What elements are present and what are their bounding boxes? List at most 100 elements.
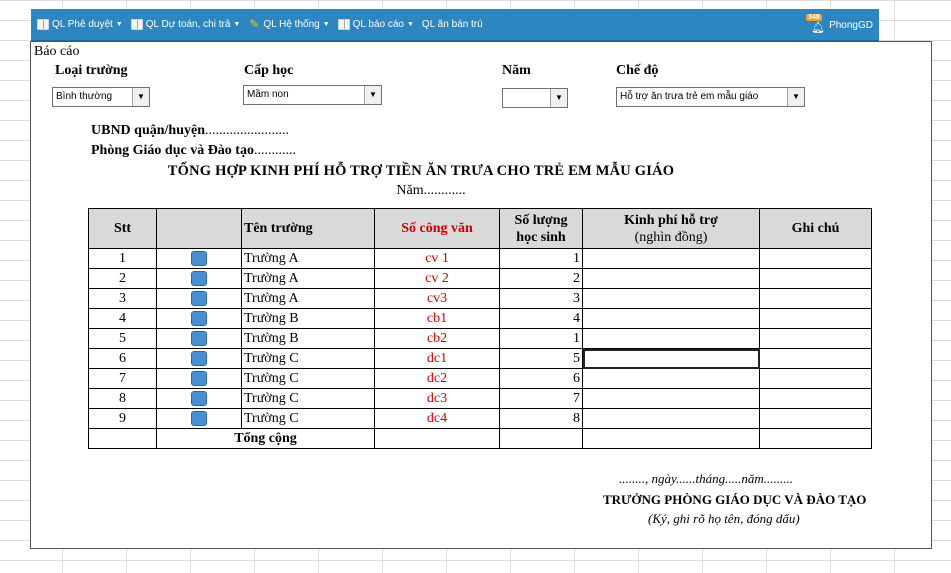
- cell-doc[interactable]: dc4: [374, 408, 500, 429]
- cell-students[interactable]: 7: [499, 388, 583, 409]
- cell-funding[interactable]: [582, 288, 760, 309]
- menu-label: QL báo cáo: [352, 19, 404, 30]
- cell-students[interactable]: 1: [499, 328, 583, 349]
- rounded-square-icon[interactable]: [191, 310, 207, 326]
- cell-students[interactable]: 4: [499, 308, 583, 329]
- cell-note[interactable]: [759, 368, 872, 389]
- col-header-students: Số lượng học sinh: [499, 208, 583, 249]
- menu-ql-phe-duyet[interactable]: QL Phê duyệt ▼: [37, 19, 123, 30]
- dropdown-arrow-icon[interactable]: ▼: [787, 88, 804, 106]
- cell-funding[interactable]: [582, 248, 760, 269]
- cell-students[interactable]: 5: [499, 348, 583, 369]
- rounded-square-icon[interactable]: [191, 290, 207, 306]
- cell-icon: [156, 268, 242, 289]
- cell-total-students[interactable]: [499, 428, 583, 449]
- dropdown-arrow-icon[interactable]: ▼: [550, 89, 567, 107]
- col-header-note: Ghi chú: [759, 208, 872, 249]
- user-menu[interactable]: 🔔︎ 348 PhongGD: [806, 9, 873, 41]
- cell-school[interactable]: Trường B: [241, 328, 375, 349]
- col-header-stt: Stt: [88, 208, 157, 249]
- cell-school[interactable]: Trường A: [241, 288, 375, 309]
- cell-note[interactable]: [759, 348, 872, 369]
- cell-stt: 5: [88, 328, 157, 349]
- menu-ql-an-ban-tru[interactable]: QL ăn bán trú: [422, 19, 483, 30]
- cell-doc[interactable]: dc1: [374, 348, 500, 369]
- cell-school[interactable]: Trường C: [241, 388, 375, 409]
- cell-note[interactable]: [759, 328, 872, 349]
- rounded-square-icon[interactable]: [191, 330, 207, 346]
- cell-school[interactable]: Trường C: [241, 368, 375, 389]
- level-select[interactable]: Mầm non ▼: [243, 85, 382, 105]
- menu-ql-he-thong[interactable]: ✎ QL Hệ thống ▼: [248, 18, 329, 30]
- cell-school[interactable]: Trường C: [241, 408, 375, 429]
- cell-students[interactable]: 2: [499, 268, 583, 289]
- cell-note[interactable]: [759, 288, 872, 309]
- menu-label: QL Dự toán, chi trả: [145, 19, 231, 30]
- cell-doc[interactable]: cv 2: [374, 268, 500, 289]
- cell-doc[interactable]: dc3: [374, 388, 500, 409]
- cell-note[interactable]: [759, 308, 872, 329]
- cell-students[interactable]: 3: [499, 288, 583, 309]
- cell-school[interactable]: Trường A: [241, 268, 375, 289]
- school-type-select[interactable]: Bình thường ▼: [52, 87, 150, 107]
- cell-doc[interactable]: cb2: [374, 328, 500, 349]
- menu-ql-bao-cao[interactable]: QL báo cáo ▼: [337, 19, 414, 30]
- notification-bell[interactable]: 🔔︎ 348: [806, 14, 825, 34]
- table-row: 6 Trường C dc1 5: [88, 348, 872, 369]
- cell-school[interactable]: Trường A: [241, 248, 375, 269]
- cell-note[interactable]: [759, 248, 872, 269]
- cell-funding[interactable]: [582, 388, 760, 409]
- report-label: Báo cáo: [34, 44, 80, 59]
- rounded-square-icon[interactable]: [191, 370, 207, 386]
- cell-icon: [156, 308, 242, 329]
- cell-funding[interactable]: [582, 268, 760, 289]
- cell-school[interactable]: Trường C: [241, 348, 375, 369]
- cell-students[interactable]: 8: [499, 408, 583, 429]
- cell-funding[interactable]: [582, 408, 760, 429]
- cell-total-note[interactable]: [759, 428, 872, 449]
- cell-total-funding[interactable]: [582, 428, 760, 449]
- cell-stt: 8: [88, 388, 157, 409]
- rounded-square-icon[interactable]: [191, 350, 207, 366]
- cell-total-doc[interactable]: [374, 428, 500, 449]
- cell-icon: [156, 248, 242, 269]
- table-total-row: Tổng cộng: [88, 428, 872, 449]
- cell-funding[interactable]: [582, 368, 760, 389]
- rounded-square-icon[interactable]: [191, 390, 207, 406]
- rounded-square-icon[interactable]: [191, 410, 207, 426]
- cell-note[interactable]: [759, 388, 872, 409]
- cell-note[interactable]: [759, 268, 872, 289]
- year-select[interactable]: ▼: [502, 88, 568, 108]
- level-label: Cấp học: [244, 63, 294, 78]
- policy-select[interactable]: Hỗ trợ ăn trưa trẻ em mẫu giáo ▼: [616, 87, 805, 107]
- department-line: Phòng Giáo dục và Đào tạo............: [91, 143, 296, 159]
- cell-funding-selected[interactable]: [582, 348, 760, 369]
- cell-doc[interactable]: dc2: [374, 368, 500, 389]
- cell-icon: [156, 328, 242, 349]
- menu-ql-du-toan[interactable]: QL Dự toán, chi trả ▼: [130, 19, 240, 30]
- department-label: Phòng Giáo dục và Đào tạo: [91, 143, 254, 158]
- cell-students[interactable]: 1: [499, 248, 583, 269]
- cell-doc[interactable]: cv 1: [374, 248, 500, 269]
- select-value: Hỗ trợ ăn trưa trẻ em mẫu giáo: [620, 91, 759, 102]
- table-row: 5 Trường B cb2 1: [88, 328, 872, 349]
- menu-label: QL Phê duyệt: [52, 19, 113, 30]
- cell-doc[interactable]: cb1: [374, 308, 500, 329]
- book-icon: [130, 19, 143, 30]
- notification-badge: 348: [806, 14, 822, 21]
- cell-doc[interactable]: cv3: [374, 288, 500, 309]
- dropdown-arrow-icon[interactable]: ▼: [132, 88, 149, 106]
- cell-school[interactable]: Trường B: [241, 308, 375, 329]
- cell-funding[interactable]: [582, 328, 760, 349]
- dropdown-arrow-icon[interactable]: ▼: [364, 86, 381, 104]
- table-header-row: Stt Tên trường Số công văn Số lượng học …: [88, 208, 872, 249]
- cell-students[interactable]: 6: [499, 368, 583, 389]
- rounded-square-icon[interactable]: [191, 270, 207, 286]
- cell-icon: [156, 348, 242, 369]
- select-value: Mầm non: [247, 89, 289, 100]
- cell-funding[interactable]: [582, 308, 760, 329]
- cell-note[interactable]: [759, 408, 872, 429]
- total-label: Tổng cộng: [156, 428, 375, 449]
- report-frame: Báo cáo Loại trường Bình thường ▼ Cấp họ…: [30, 41, 932, 549]
- rounded-square-icon[interactable]: [191, 250, 207, 266]
